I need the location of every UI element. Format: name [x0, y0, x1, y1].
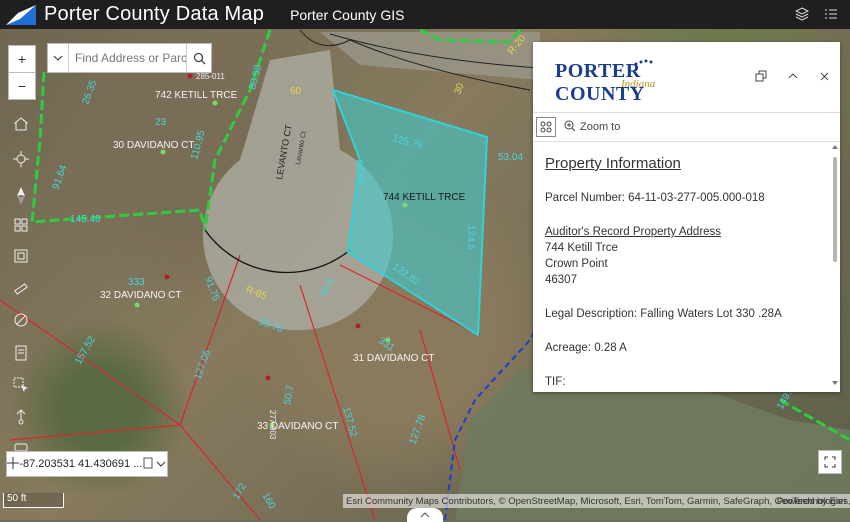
address-label: Auditor's Record Property Address — [545, 226, 722, 238]
svg-text:26.35: 26.35 — [80, 78, 99, 106]
draw-icon[interactable] — [8, 307, 34, 333]
close-icon[interactable] — [815, 67, 833, 85]
svg-text:127.06: 127.06 — [192, 348, 213, 381]
svg-text:23: 23 — [155, 117, 167, 128]
svg-text:331: 331 — [376, 335, 396, 354]
zoom-in-button[interactable]: + — [8, 45, 36, 73]
svg-text:30: 30 — [452, 81, 466, 96]
popup-header: PORTER COUNTY Indiana — [533, 42, 840, 113]
logo-stars-icon — [633, 54, 653, 66]
svg-text:744 KETILL TRCE: 744 KETILL TRCE — [383, 192, 466, 203]
ruler-icon[interactable] — [8, 276, 34, 302]
popup-scrollbar[interactable] — [832, 145, 838, 385]
compass-icon[interactable] — [8, 183, 34, 209]
share-icon[interactable] — [8, 404, 34, 430]
address-block: Auditor's Record Property Address 744 Ke… — [545, 224, 821, 288]
svg-text:31 DAVIDANO CT: 31 DAVIDANO CT — [353, 353, 435, 364]
app-header: Porter County Data Map Porter County GIS — [0, 0, 850, 29]
tif-label: TIF: — [545, 376, 566, 388]
home-icon[interactable] — [8, 111, 34, 137]
svg-text:124.5: 124.5 — [465, 225, 476, 250]
actions-menu-icon[interactable] — [536, 117, 556, 137]
parcel-number-row: Parcel Number: 64-11-03-277-005.000-018 — [545, 190, 821, 206]
select-icon[interactable] — [8, 372, 34, 398]
zoom-out-button[interactable]: − — [8, 72, 36, 100]
locate-icon[interactable] — [8, 146, 34, 172]
chevron-down-icon[interactable] — [155, 458, 167, 470]
svg-text:110.95: 110.95 — [189, 129, 207, 161]
legal-description-label: Legal Description: — [545, 308, 638, 320]
app-logo-icon — [6, 3, 36, 27]
layers-icon[interactable] — [791, 3, 813, 25]
feature-popup: PORTER COUNTY Indiana Zoom to Property I… — [533, 42, 840, 392]
legend-icon[interactable] — [820, 3, 842, 25]
address-line1: 744 Ketill Trce — [545, 242, 618, 254]
scale-bar: 50 ft — [3, 493, 64, 508]
svg-text:88.58: 88.58 — [247, 63, 264, 90]
copy-icon[interactable] — [142, 457, 154, 472]
app-subtitle: Porter County GIS — [290, 6, 405, 23]
coordinate-widget: -87.203531 41.430691 ... — [6, 451, 168, 477]
popup-content: Property Information Parcel Number: 64-1… — [533, 141, 833, 392]
svg-text:30 DAVIDANO CT: 30 DAVIDANO CT — [113, 140, 195, 151]
legal-description-row: Legal Description: Falling Waters Lot 33… — [545, 306, 821, 322]
search-widget: Find Address or Parce... — [47, 43, 212, 73]
property-info-heading: Property Information — [545, 155, 681, 172]
acreage-row: Acreage: 0.28 A — [545, 340, 821, 356]
svg-text:80.84: 80.84 — [353, 159, 366, 185]
measure-area-icon[interactable] — [8, 243, 34, 269]
svg-text:277-003: 277-003 — [268, 410, 277, 440]
acreage-label: Acreage: — [545, 342, 592, 354]
address-line2: Crown Point — [545, 258, 608, 270]
zoom-to-label: Zoom to — [580, 121, 621, 133]
zoom-to-button[interactable]: Zoom to — [564, 120, 620, 135]
svg-text:127.78: 127.78 — [407, 413, 428, 446]
parcel-number-value: 64-11-03-277-005.000-018 — [628, 192, 765, 204]
parcel-number-label: Parcel Number: — [545, 192, 625, 204]
svg-text:160: 160 — [259, 491, 277, 511]
address-line3: 46307 — [545, 274, 577, 286]
crosshair-icon[interactable] — [7, 456, 20, 472]
app-title: Porter County Data Map — [44, 3, 265, 25]
svg-text:172: 172 — [231, 481, 249, 501]
powered-by-esri[interactable]: Powered by Esri — [777, 496, 846, 507]
svg-text:333: 333 — [128, 277, 145, 288]
svg-text:285-011: 285-011 — [196, 72, 225, 81]
legal-description-value: Falling Waters Lot 330 .28A — [640, 308, 782, 320]
svg-text:145.48: 145.48 — [70, 214, 101, 225]
collapse-icon[interactable] — [784, 67, 802, 85]
coordinate-readout: -87.203531 41.430691 ... — [19, 458, 143, 470]
svg-text:32 DAVIDANO CT: 32 DAVIDANO CT — [100, 290, 182, 301]
tif-row: TIF: — [545, 374, 821, 390]
basemap-gallery-icon[interactable] — [8, 212, 34, 238]
attribution-bar: Esri Community Maps Contributors, © Open… — [343, 494, 850, 508]
search-source-dropdown[interactable] — [48, 44, 69, 72]
svg-text:53.04: 53.04 — [498, 152, 523, 163]
svg-text:742 KETILL TRCE: 742 KETILL TRCE — [155, 90, 238, 101]
print-icon[interactable] — [8, 340, 34, 366]
dock-icon[interactable] — [752, 67, 770, 85]
popup-actions: Zoom to — [533, 113, 840, 142]
acreage-value: 0.28 A — [594, 342, 627, 354]
svg-text:60: 60 — [290, 86, 302, 97]
fullscreen-icon[interactable] — [818, 450, 842, 474]
svg-text:137.52: 137.52 — [340, 406, 359, 439]
zoom-in-icon — [564, 120, 576, 135]
porter-county-logo: PORTER COUNTY Indiana — [555, 59, 725, 105]
svg-text:91.64: 91.64 — [50, 163, 69, 191]
svg-text:50.7: 50.7 — [282, 384, 296, 406]
attribution-text: Esri Community Maps Contributors, © Open… — [346, 495, 850, 507]
svg-text:157.52: 157.52 — [73, 334, 98, 366]
search-icon[interactable] — [186, 44, 211, 72]
search-input[interactable]: Find Address or Parce... — [69, 51, 186, 65]
